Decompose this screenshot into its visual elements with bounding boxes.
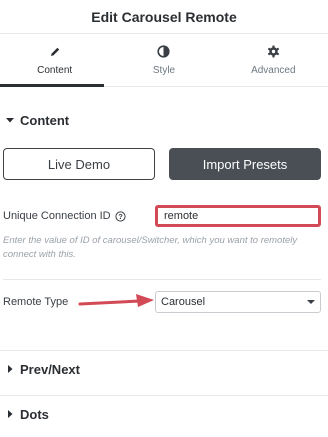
half-circle-icon bbox=[157, 45, 171, 59]
tab-content[interactable]: Content bbox=[0, 34, 109, 86]
connection-id-row: Unique Connection ID ? bbox=[0, 205, 328, 227]
tab-advanced-label: Advanced bbox=[251, 64, 296, 76]
dots-toggle[interactable]: Dots bbox=[0, 396, 328, 432]
caret-right-icon bbox=[4, 408, 16, 420]
import-presets-button[interactable]: Import Presets bbox=[169, 148, 321, 180]
red-arrow-annotation bbox=[78, 294, 154, 307]
content-section-toggle[interactable]: Content bbox=[0, 102, 328, 138]
prev-next-section: Prev/Next bbox=[0, 350, 328, 387]
connection-id-input[interactable] bbox=[155, 205, 321, 227]
connection-id-hint: Enter the value of ID of carousel/Switch… bbox=[3, 235, 298, 260]
tab-style-label: Style bbox=[152, 64, 176, 76]
remote-type-row: Remote Type Carousel bbox=[0, 291, 328, 313]
divider bbox=[3, 279, 321, 280]
content-section-title: Content bbox=[20, 112, 70, 128]
dots-section: Dots bbox=[0, 395, 328, 432]
caret-right-icon bbox=[4, 363, 16, 375]
caret-down-icon bbox=[4, 114, 16, 126]
tab-style[interactable]: Style bbox=[109, 34, 218, 86]
connection-id-label-wrap: Unique Connection ID ? bbox=[3, 210, 155, 222]
tab-advanced[interactable]: Advanced bbox=[219, 34, 328, 86]
pencil-icon bbox=[48, 45, 62, 59]
tab-content-label: Content bbox=[37, 64, 73, 76]
panel-header: Edit Carousel Remote bbox=[0, 0, 328, 34]
svg-text:?: ? bbox=[118, 212, 123, 221]
live-demo-button[interactable]: Live Demo bbox=[3, 148, 155, 180]
prev-next-title: Prev/Next bbox=[20, 361, 80, 377]
content-section: Content Live Demo Import Presets Unique … bbox=[0, 102, 328, 313]
remote-type-selected: Carousel bbox=[161, 296, 206, 308]
prev-next-toggle[interactable]: Prev/Next bbox=[0, 351, 328, 387]
dots-title: Dots bbox=[20, 406, 49, 422]
remote-type-select[interactable]: Carousel bbox=[155, 291, 321, 313]
panel-title: Edit Carousel Remote bbox=[91, 8, 237, 25]
help-icon[interactable]: ? bbox=[115, 210, 126, 222]
connection-id-label: Unique Connection ID bbox=[3, 210, 111, 222]
action-buttons: Live Demo Import Presets bbox=[0, 148, 328, 180]
gear-icon bbox=[266, 45, 280, 59]
chevron-down-icon bbox=[307, 296, 315, 308]
tab-bar: Content Style Advanced bbox=[0, 34, 328, 87]
